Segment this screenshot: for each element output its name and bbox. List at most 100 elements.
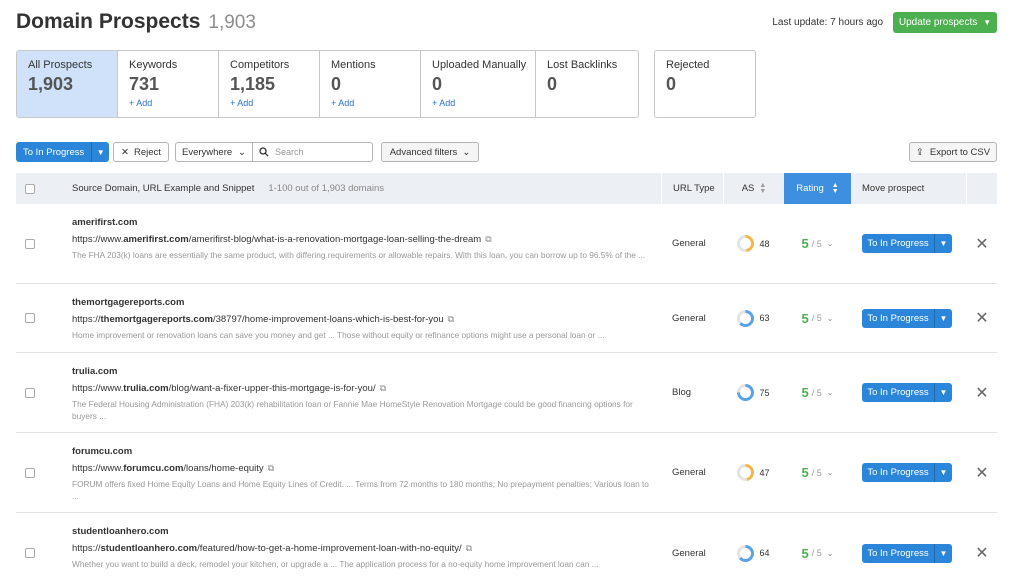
- close-icon: ✕: [121, 146, 129, 158]
- rating-score: 5: [801, 465, 809, 480]
- snippet: Home improvement or renovation loans can…: [72, 330, 605, 340]
- rating-cell[interactable]: 5/ 5 ⌄: [784, 353, 851, 432]
- url-type: General: [672, 312, 706, 324]
- chevron-down-icon[interactable]: ▼: [934, 383, 952, 402]
- reject-row-close-icon[interactable]: ✕: [967, 204, 997, 283]
- export-label: Export to CSV: [929, 146, 991, 158]
- external-link-icon[interactable]: ⧉: [466, 543, 472, 554]
- url-example[interactable]: https://studentloanhero.com/featured/how…: [72, 543, 661, 554]
- as-value: 47: [759, 467, 770, 478]
- reject-label: Reject: [133, 146, 161, 158]
- url-example[interactable]: https://themortgagereports.com/38797/hom…: [72, 314, 661, 325]
- authority-score: 48: [723, 204, 784, 283]
- rating-max: / 5: [811, 548, 822, 558]
- rating-max: / 5: [811, 313, 822, 323]
- add-keywords-link[interactable]: + Add: [129, 98, 207, 108]
- chevron-down-icon: ⌄: [238, 146, 246, 158]
- to-in-progress-button[interactable]: To In Progress: [862, 383, 934, 402]
- chevron-down-icon[interactable]: ▼: [934, 234, 952, 253]
- table-row: studentloanhero.com https://studentloanh…: [16, 513, 997, 580]
- authority-score: 64: [723, 513, 784, 580]
- chevron-down-icon[interactable]: ▼: [91, 142, 110, 162]
- search-input[interactable]: [275, 147, 365, 157]
- tab-keywords[interactable]: Keywords 731 + Add: [118, 51, 219, 117]
- chevron-down-icon[interactable]: ▼: [934, 308, 952, 328]
- url-prefix: https://www.: [72, 463, 124, 474]
- as-ring-icon: [737, 309, 755, 327]
- export-icon: ⇪: [915, 146, 924, 158]
- to-in-progress-button[interactable]: To In Progress: [16, 142, 92, 162]
- row-checkbox[interactable]: [25, 313, 35, 323]
- as-ring-icon: [737, 544, 755, 562]
- tab-count: 1,903: [28, 74, 74, 94]
- chevron-down-icon[interactable]: ▼: [934, 463, 952, 482]
- update-prospects-button[interactable]: Update prospects ▼: [893, 12, 997, 33]
- tab-uploaded-manually[interactable]: Uploaded Manually 0 + Add: [421, 51, 536, 117]
- export-csv-button[interactable]: ⇪ Export to CSV: [909, 142, 997, 162]
- as-ring-icon: [737, 384, 755, 401]
- rating-cell[interactable]: 5/ 5 ⌄: [784, 433, 851, 512]
- reject-row-close-icon[interactable]: ✕: [967, 513, 997, 580]
- tab-label: Keywords: [129, 59, 178, 71]
- tab-lost-backlinks[interactable]: Lost Backlinks 0: [536, 51, 638, 117]
- url-example[interactable]: https://www.amerifirst.com/amerifirst-bl…: [72, 234, 661, 245]
- rating-cell[interactable]: 5/ 5 ⌄: [784, 513, 851, 580]
- domain-name: trulia.com: [72, 366, 118, 377]
- chevron-down-icon[interactable]: ▼: [934, 543, 952, 563]
- url-path: /38797/home-improvement-loans-which-is-b…: [212, 314, 444, 325]
- rating-cell[interactable]: 5/ 5 ⌄: [784, 204, 851, 283]
- row-check-cell: [16, 513, 44, 580]
- search-icon: [259, 147, 269, 157]
- rating-score: 5: [801, 236, 809, 251]
- tab-all-prospects[interactable]: All Prospects 1,903: [17, 51, 118, 117]
- snippet: The FHA 203(k) loans are essentially the…: [72, 250, 646, 260]
- chevron-down-icon: ⌄: [462, 146, 471, 158]
- select-all-checkbox[interactable]: [25, 183, 35, 194]
- select-all-cell: [16, 183, 44, 194]
- add-competitors-link[interactable]: + Add: [230, 98, 308, 108]
- reject-row-close-icon[interactable]: ✕: [967, 284, 997, 352]
- tab-competitors[interactable]: Competitors 1,185 + Add: [219, 51, 320, 117]
- rating-cell[interactable]: 5/ 5 ⌄: [784, 284, 851, 352]
- header-source-label: Source Domain, URL Example and Snippet: [72, 183, 255, 194]
- tab-rejected[interactable]: Rejected 0: [654, 50, 756, 118]
- external-link-icon[interactable]: ⧉: [485, 234, 491, 245]
- as-ring-icon: [737, 464, 755, 481]
- row-checkbox[interactable]: [25, 467, 35, 478]
- to-in-progress-button[interactable]: To In Progress: [862, 463, 934, 482]
- row-checkbox[interactable]: [25, 548, 35, 558]
- to-in-progress-split-button: To In Progress ▼: [16, 142, 110, 162]
- tab-label: Uploaded Manually: [432, 59, 527, 71]
- tab-mentions[interactable]: Mentions 0 + Add: [320, 51, 421, 117]
- tab-label: All Prospects: [28, 59, 93, 71]
- source-cell: forumcu.com https://www.forumcu.com/loan…: [44, 433, 661, 512]
- reject-row-close-icon[interactable]: ✕: [967, 353, 997, 432]
- header-as-label: AS: [741, 183, 755, 194]
- tab-count: 731: [129, 74, 160, 94]
- table-body: amerifirst.com https://www.amerifirst.co…: [16, 204, 997, 580]
- to-in-progress-button[interactable]: To In Progress: [862, 308, 934, 328]
- move-cell: To In Progress ▼: [851, 353, 967, 432]
- row-checkbox[interactable]: [25, 387, 35, 398]
- external-link-icon[interactable]: ⧉: [448, 314, 454, 325]
- search-scope-value: Everywhere: [182, 146, 233, 158]
- header-source: Source Domain, URL Example and Snippet 1…: [44, 183, 661, 194]
- header-rating[interactable]: Rating ▲ ▼: [784, 173, 851, 204]
- row-checkbox[interactable]: [25, 238, 35, 249]
- add-mentions-link[interactable]: + Add: [331, 98, 409, 108]
- to-in-progress-button[interactable]: To In Progress: [862, 543, 934, 563]
- search-scope-select[interactable]: Everywhere ⌄: [175, 142, 253, 162]
- prospect-tabs: All Prospects 1,903 Keywords 731 + Add C…: [16, 50, 639, 118]
- external-link-icon[interactable]: ⧉: [268, 463, 274, 474]
- reject-row-close-icon[interactable]: ✕: [967, 433, 997, 512]
- advanced-filters-button[interactable]: Advanced filters ⌄: [381, 142, 479, 162]
- prospects-table: Source Domain, URL Example and Snippet 1…: [16, 173, 997, 580]
- header-as[interactable]: AS ▲ ▼: [723, 173, 784, 204]
- external-link-icon[interactable]: ⧉: [380, 383, 386, 394]
- reject-button[interactable]: ✕ Reject: [113, 142, 169, 162]
- to-in-progress-button[interactable]: To In Progress: [862, 234, 934, 253]
- url-example[interactable]: https://www.trulia.com/blog/want-a-fixer…: [72, 383, 661, 394]
- add-uploaded-link[interactable]: + Add: [432, 98, 524, 108]
- url-type: General: [672, 547, 706, 559]
- url-example[interactable]: https://www.forumcu.com/loans/home-equit…: [72, 463, 661, 474]
